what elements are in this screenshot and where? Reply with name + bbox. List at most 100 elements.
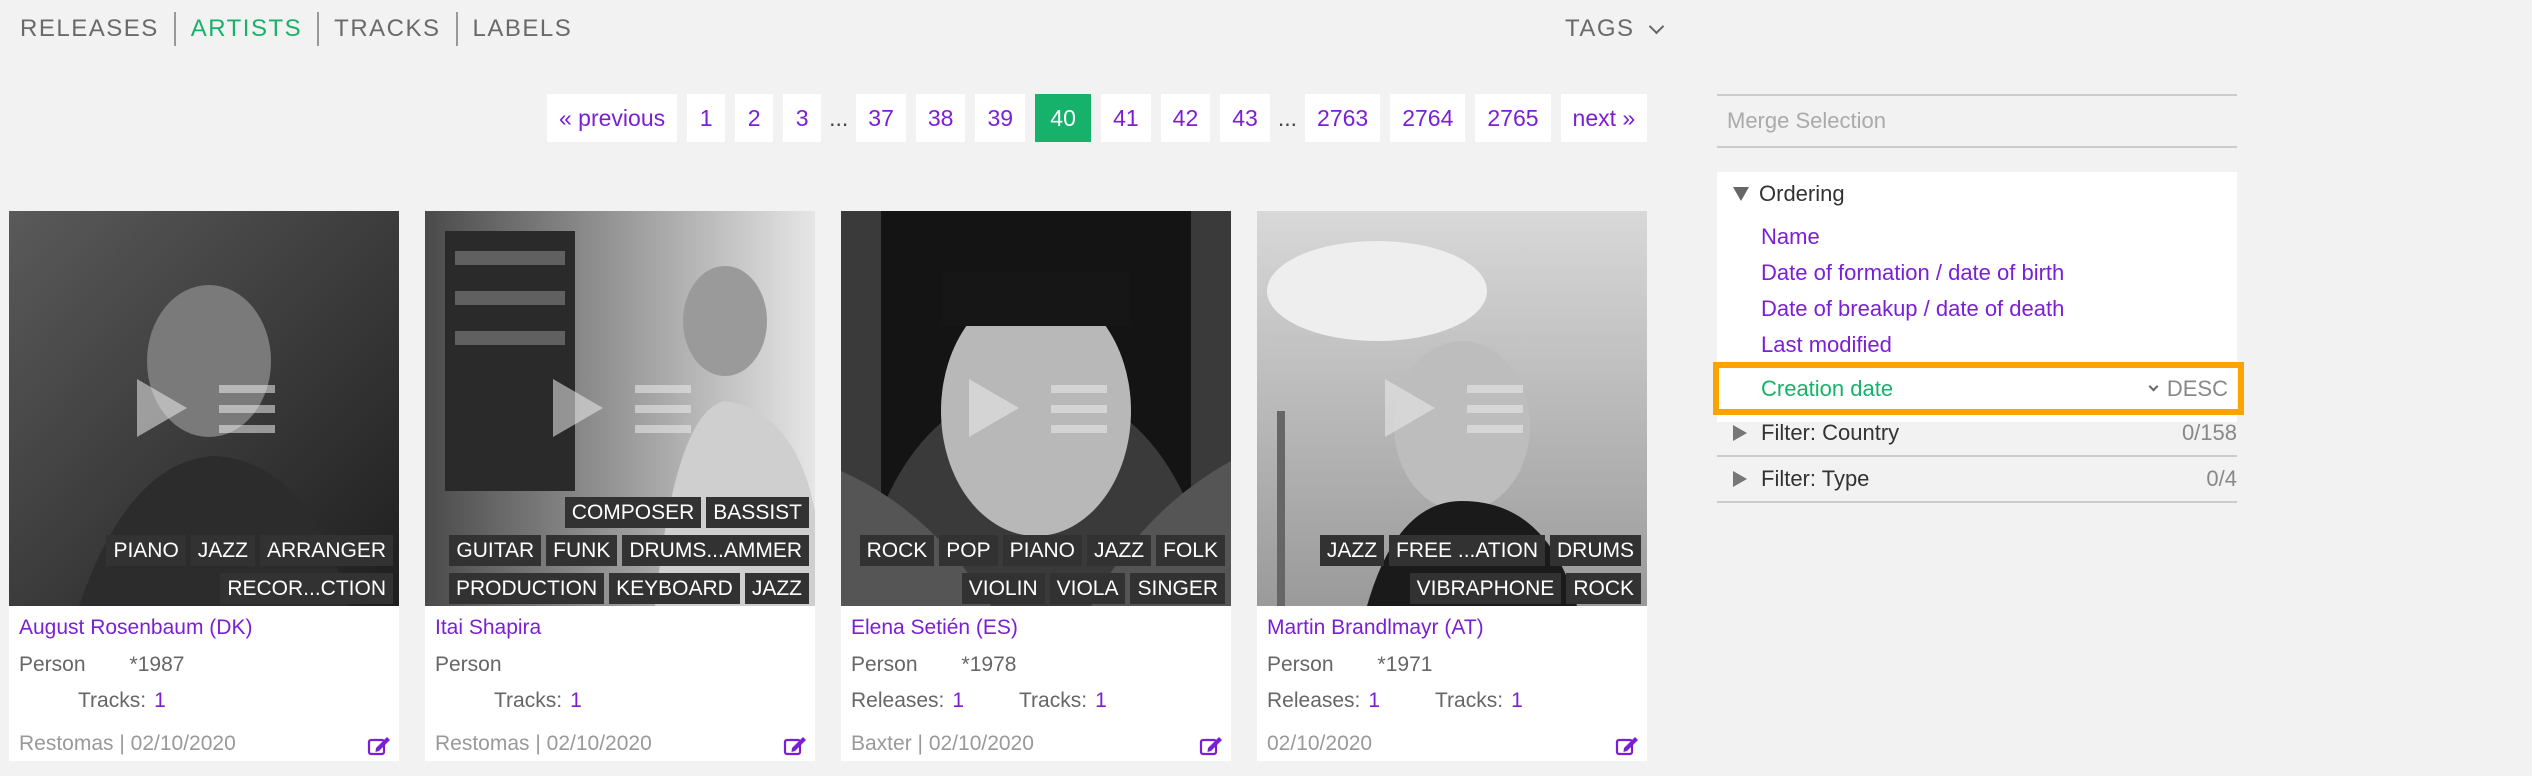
tag-chip[interactable]: RECOR...CTION (220, 573, 393, 604)
filter-country[interactable]: Filter: Country 0/158 (1717, 411, 2237, 457)
tag-chip[interactable]: BASSIST (706, 497, 809, 528)
tab-labels[interactable]: LABELS (458, 12, 588, 46)
tag-chip[interactable]: FREE ...ATION (1389, 535, 1545, 566)
edit-icon[interactable] (1199, 735, 1223, 757)
tag-chip[interactable]: GUITAR (449, 535, 542, 566)
tag-chip[interactable]: JAZZ (1319, 535, 1385, 566)
triangle-right-icon (1733, 471, 1747, 487)
playlist-menu-icon[interactable] (635, 385, 691, 433)
artist-photo[interactable]: PIANO JAZZ ARRANGER RECOR...CTION (9, 211, 399, 606)
filter-count: 0/158 (2181, 420, 2237, 445)
tracks-count-link[interactable]: 1 (1095, 689, 1107, 712)
playlist-menu-icon[interactable] (1467, 385, 1523, 433)
play-icon[interactable] (137, 379, 187, 437)
page-link[interactable]: 1 (687, 94, 726, 142)
page-link[interactable]: 42 (1160, 94, 1211, 142)
filter-type[interactable]: Filter: Type 0/4 (1717, 457, 2237, 503)
tab-releases[interactable]: RELEASES (20, 12, 176, 46)
page-link[interactable]: 39 (975, 94, 1026, 142)
filter-label: Filter: Country (1761, 420, 1900, 445)
tag-chip[interactable]: FOLK (1156, 535, 1225, 566)
artist-photo[interactable]: JAZZ FREE ...ATION DRUMS VIBRAPHONE ROCK (1257, 211, 1647, 606)
tag-chip[interactable]: DRUMS (1550, 535, 1641, 566)
play-icon[interactable] (553, 379, 603, 437)
edit-icon[interactable] (783, 735, 807, 757)
tag-chip[interactable]: FUNK (546, 535, 618, 566)
artist-card: PIANO JAZZ ARRANGER RECOR...CTION August… (9, 211, 399, 761)
tracks-count-link[interactable]: 1 (570, 689, 582, 712)
tracks-count-link[interactable]: 1 (154, 689, 166, 712)
tag-chip[interactable]: PIANO (1002, 535, 1082, 566)
playlist-menu-icon[interactable] (219, 385, 275, 433)
pagination-ellipsis: ... (829, 104, 849, 131)
tag-chip[interactable]: SINGER (1130, 573, 1225, 604)
tag-chip[interactable]: JAZZ (744, 573, 809, 604)
artist-meta: Person *1978 (851, 653, 1016, 677)
artist-name-link[interactable]: August Rosenbaum (DK) (19, 616, 252, 640)
play-icon[interactable] (969, 379, 1019, 437)
artist-name-link[interactable]: Martin Brandlmayr (AT) (1267, 616, 1484, 640)
tag-list: JAZZ FREE ...ATION DRUMS VIBRAPHONE ROCK (1319, 535, 1641, 604)
ordering-selected-label[interactable]: Creation date (1761, 376, 1893, 402)
releases-count-link[interactable]: 1 (1368, 689, 1380, 712)
card-footer: Restomas | 02/10/2020 (19, 732, 236, 755)
tag-chip[interactable]: DRUMS...AMMER (622, 535, 809, 566)
page-link[interactable]: 2763 (1305, 94, 1381, 142)
tag-chip[interactable]: KEYBOARD (609, 573, 740, 604)
tag-chip[interactable]: PIANO (106, 535, 186, 566)
edit-icon[interactable] (1615, 735, 1639, 757)
play-icon[interactable] (1385, 379, 1435, 437)
artist-grid: PIANO JAZZ ARRANGER RECOR...CTION August… (9, 211, 1647, 761)
ordering-option-death[interactable]: Date of breakup / date of death (1761, 296, 2064, 322)
main-nav: RELEASES ARTISTS TRACKS LABELS (20, 10, 587, 48)
tag-chip[interactable]: VIBRAPHONE (1409, 573, 1562, 604)
tag-chip[interactable]: JAZZ (1086, 535, 1152, 566)
tags-label: TAGS (1565, 15, 1635, 42)
tag-chip[interactable]: VIOLA (1049, 573, 1126, 604)
sort-direction-toggle[interactable]: DESC (2148, 376, 2228, 402)
page-link[interactable]: 37 (856, 94, 906, 142)
page-link[interactable]: 2765 (1475, 94, 1551, 142)
artist-born: *1987 (129, 653, 185, 676)
tag-chip[interactable]: VIOLIN (961, 573, 1045, 604)
pagination-next[interactable]: next » (1560, 94, 1648, 142)
triangle-right-icon (1733, 425, 1747, 441)
page-link[interactable]: 2764 (1390, 94, 1466, 142)
tag-chip[interactable]: JAZZ (190, 535, 255, 566)
ordering-option-name[interactable]: Name (1761, 224, 1820, 250)
ordering-title: Ordering (1759, 181, 1845, 206)
triangle-down-icon (1733, 187, 1749, 201)
tab-artists[interactable]: ARTISTS (176, 12, 320, 46)
page-link[interactable]: 3 (783, 94, 822, 142)
tracks-count-link[interactable]: 1 (1511, 689, 1523, 712)
page-link[interactable]: 43 (1220, 94, 1270, 142)
page-link[interactable]: 41 (1101, 94, 1151, 142)
playlist-menu-icon[interactable] (1051, 385, 1107, 433)
tag-chip[interactable]: POP (939, 535, 998, 566)
releases-count-link[interactable]: 1 (952, 689, 964, 712)
tag-chip[interactable]: COMPOSER (564, 497, 702, 528)
ordering-option-modified[interactable]: Last modified (1761, 332, 1892, 358)
artist-card: JAZZ FREE ...ATION DRUMS VIBRAPHONE ROCK… (1257, 211, 1647, 761)
edit-icon[interactable] (367, 735, 391, 757)
artist-born: *1978 (961, 653, 1017, 676)
tags-dropdown[interactable]: TAGS (1565, 10, 1664, 48)
merge-selection-field[interactable]: Merge Selection (1717, 94, 2237, 148)
tag-chip[interactable]: ROCK (859, 535, 935, 566)
page-link[interactable]: 38 (915, 94, 966, 142)
tab-tracks[interactable]: TRACKS (319, 12, 458, 46)
ordering-panel: Ordering Name Date of formation / date o… (1713, 172, 2244, 422)
page-link[interactable]: 2 (735, 94, 774, 142)
artist-name-link[interactable]: Itai Shapira (435, 616, 541, 640)
artist-photo[interactable]: COMPOSER BASSIST GUITAR FUNK DRUMS...AMM… (425, 211, 815, 606)
ordering-option-birth[interactable]: Date of formation / date of birth (1761, 260, 2064, 286)
artist-name-link[interactable]: Elena Setién (ES) (851, 616, 1018, 640)
tag-chip[interactable]: PRODUCTION (448, 573, 605, 604)
tag-list: ROCK POP PIANO JAZZ FOLK VIOLIN VIOLA SI… (859, 535, 1225, 604)
pagination-previous[interactable]: « previous (547, 94, 678, 142)
tag-chip[interactable]: ROCK (1566, 573, 1641, 604)
tag-chip[interactable]: ARRANGER (259, 535, 393, 566)
artist-tracks: Tracks: 1 (78, 689, 166, 713)
artist-photo[interactable]: ROCK POP PIANO JAZZ FOLK VIOLIN VIOLA SI… (841, 211, 1231, 606)
ordering-toggle[interactable]: Ordering (1733, 181, 1845, 207)
